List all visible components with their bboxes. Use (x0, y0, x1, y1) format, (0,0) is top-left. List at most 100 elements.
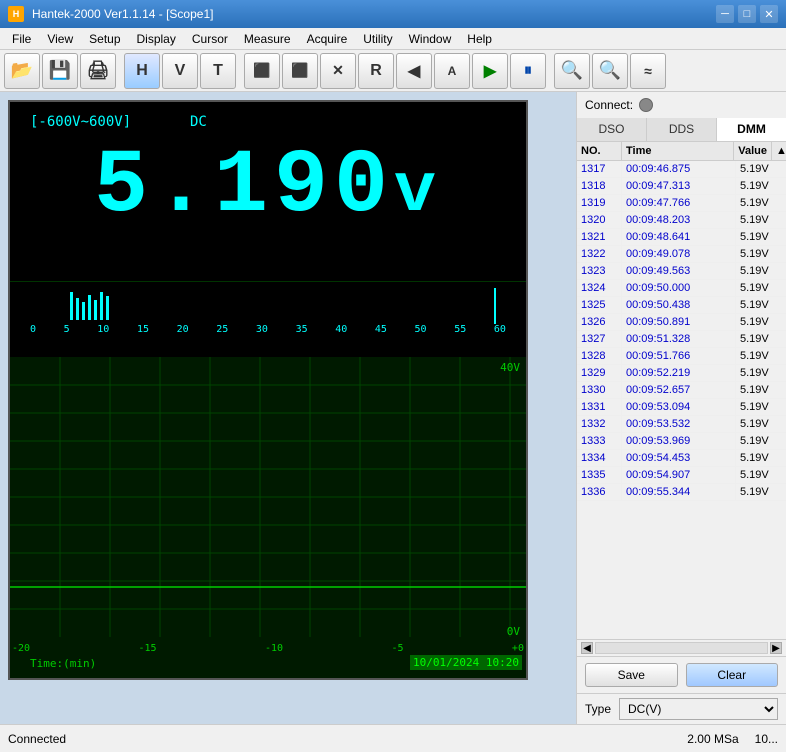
pause-button[interactable]: ⏸ (510, 53, 546, 89)
pulse-button[interactable]: ⬛ (244, 53, 280, 89)
cell-value: 5.19V (736, 297, 786, 313)
cell-time: 00:09:46.875 (622, 161, 736, 177)
status-extra: 10... (755, 732, 778, 746)
table-row[interactable]: 1321 00:09:48.641 5.19V (577, 229, 786, 246)
tab-dso[interactable]: DSO (577, 118, 647, 141)
cell-no: 1331 (577, 399, 622, 415)
tab-dmm[interactable]: DMM (717, 118, 786, 141)
table-header: NO. Time Value ▲ (577, 142, 786, 161)
menu-utility[interactable]: Utility (355, 30, 400, 48)
cell-no: 1323 (577, 263, 622, 279)
table-row[interactable]: 1325 00:09:50.438 5.19V (577, 297, 786, 314)
auto-button[interactable]: A (434, 53, 470, 89)
h-button[interactable]: H (124, 53, 160, 89)
menu-display[interactable]: Display (129, 30, 184, 48)
table-row[interactable]: 1322 00:09:49.078 5.19V (577, 246, 786, 263)
xy-button[interactable]: ✕ (320, 53, 356, 89)
table-row[interactable]: 1331 00:09:53.094 5.19V (577, 399, 786, 416)
prev-button[interactable]: ◀ (396, 53, 432, 89)
table-row[interactable]: 1330 00:09:52.657 5.19V (577, 382, 786, 399)
menu-bar: File View Setup Display Cursor Measure A… (0, 28, 786, 50)
maximize-button[interactable]: □ (738, 5, 756, 23)
menu-acquire[interactable]: Acquire (299, 30, 356, 48)
scope-screen: [-600V~600V] DC 5.190v (8, 100, 528, 680)
type-label: Type (585, 702, 611, 716)
status-bar: Connected 2.00 MSa 10... (0, 724, 786, 752)
table-row[interactable]: 1326 00:09:50.891 5.19V (577, 314, 786, 331)
cell-no: 1325 (577, 297, 622, 313)
grid-svg (10, 357, 526, 637)
table-row[interactable]: 1332 00:09:53.532 5.19V (577, 416, 786, 433)
window-title: Hantek-2000 Ver1.1.14 - [Scope1] (32, 7, 213, 21)
cell-value: 5.19V (736, 365, 786, 381)
run-button[interactable]: ▶ (472, 53, 508, 89)
minimize-button[interactable]: ─ (716, 5, 734, 23)
t-button[interactable]: T (200, 53, 236, 89)
menu-setup[interactable]: Setup (81, 30, 128, 48)
table-row[interactable]: 1319 00:09:47.766 5.19V (577, 195, 786, 212)
menu-window[interactable]: Window (401, 30, 460, 48)
app-icon: H (8, 6, 24, 22)
print-button[interactable]: 🖨 (80, 53, 116, 89)
menu-measure[interactable]: Measure (236, 30, 299, 48)
sample-rate: 2.00 MSa (687, 732, 738, 746)
cell-value: 5.19V (736, 178, 786, 194)
v-button[interactable]: V (162, 53, 198, 89)
cell-time: 00:09:54.453 (622, 450, 736, 466)
clear-button[interactable]: Clear (686, 663, 779, 687)
cell-time: 00:09:47.766 (622, 195, 736, 211)
cell-time: 00:09:50.000 (622, 280, 736, 296)
cursor-line (494, 288, 496, 324)
scroll-track[interactable] (595, 642, 768, 654)
table-row[interactable]: 1323 00:09:49.563 5.19V (577, 263, 786, 280)
table-row[interactable]: 1320 00:09:48.203 5.19V (577, 212, 786, 229)
cell-time: 00:09:54.907 (622, 467, 736, 483)
cell-time: 00:09:53.532 (622, 416, 736, 432)
title-bar: H Hantek-2000 Ver1.1.14 - [Scope1] ─ □ ✕ (0, 0, 786, 28)
cell-time: 00:09:48.641 (622, 229, 736, 245)
table-row[interactable]: 1335 00:09:54.907 5.19V (577, 467, 786, 484)
scroll-left-button[interactable]: ◀ (581, 642, 593, 654)
table-body[interactable]: 1317 00:09:46.875 5.19V 1318 00:09:47.31… (577, 161, 786, 639)
table-row[interactable]: 1318 00:09:47.313 5.19V (577, 178, 786, 195)
table-row[interactable]: 1328 00:09:51.766 5.19V (577, 348, 786, 365)
tab-dds[interactable]: DDS (647, 118, 717, 141)
table-row[interactable]: 1334 00:09:54.453 5.19V (577, 450, 786, 467)
save-button[interactable]: Save (585, 663, 678, 687)
open-button[interactable]: 📂 (4, 53, 40, 89)
cell-time: 00:09:47.313 (622, 178, 736, 194)
menu-view[interactable]: View (39, 30, 81, 48)
cell-time: 00:09:52.657 (622, 382, 736, 398)
cell-time: 00:09:48.203 (622, 212, 736, 228)
menu-help[interactable]: Help (459, 30, 500, 48)
fft-button[interactable]: ≈ (630, 53, 666, 89)
bar-x-labels: 051015202530354045505560 (30, 324, 506, 335)
col-time: Time (622, 142, 734, 160)
table-row[interactable]: 1329 00:09:52.219 5.19V (577, 365, 786, 382)
menu-file[interactable]: File (4, 30, 39, 48)
dmm-mode-label: DC (190, 114, 207, 130)
cell-value: 5.19V (736, 229, 786, 245)
table-row[interactable]: 1336 00:09:55.344 5.19V (577, 484, 786, 501)
table-row[interactable]: 1317 00:09:46.875 5.19V (577, 161, 786, 178)
type-select[interactable]: DC(V) AC(V) DC(A) AC(A) Resistance Diode (619, 698, 778, 720)
time-label: Time:(min) (30, 657, 96, 670)
signal-button[interactable]: ⬛ (282, 53, 318, 89)
cell-no: 1332 (577, 416, 622, 432)
cell-value: 5.19V (736, 314, 786, 330)
table-row[interactable]: 1324 00:09:50.000 5.19V (577, 280, 786, 297)
cell-no: 1317 (577, 161, 622, 177)
menu-cursor[interactable]: Cursor (184, 30, 236, 48)
zoom-in-button[interactable]: 🔍 (554, 53, 590, 89)
bottom-controls: Save Clear (577, 656, 786, 693)
right-panel: Connect: DSO DDS DMM NO. Time Value ▲ 13… (576, 92, 786, 724)
close-button[interactable]: ✕ (760, 5, 778, 23)
r-button[interactable]: R (358, 53, 394, 89)
cell-value: 5.19V (736, 263, 786, 279)
zoom-out-button[interactable]: 🔍 (592, 53, 628, 89)
connect-status-indicator (639, 98, 653, 112)
table-row[interactable]: 1327 00:09:51.328 5.19V (577, 331, 786, 348)
table-row[interactable]: 1333 00:09:53.969 5.19V (577, 433, 786, 450)
save-toolbar-button[interactable]: 💾 (42, 53, 78, 89)
scroll-right-button[interactable]: ▶ (770, 642, 782, 654)
